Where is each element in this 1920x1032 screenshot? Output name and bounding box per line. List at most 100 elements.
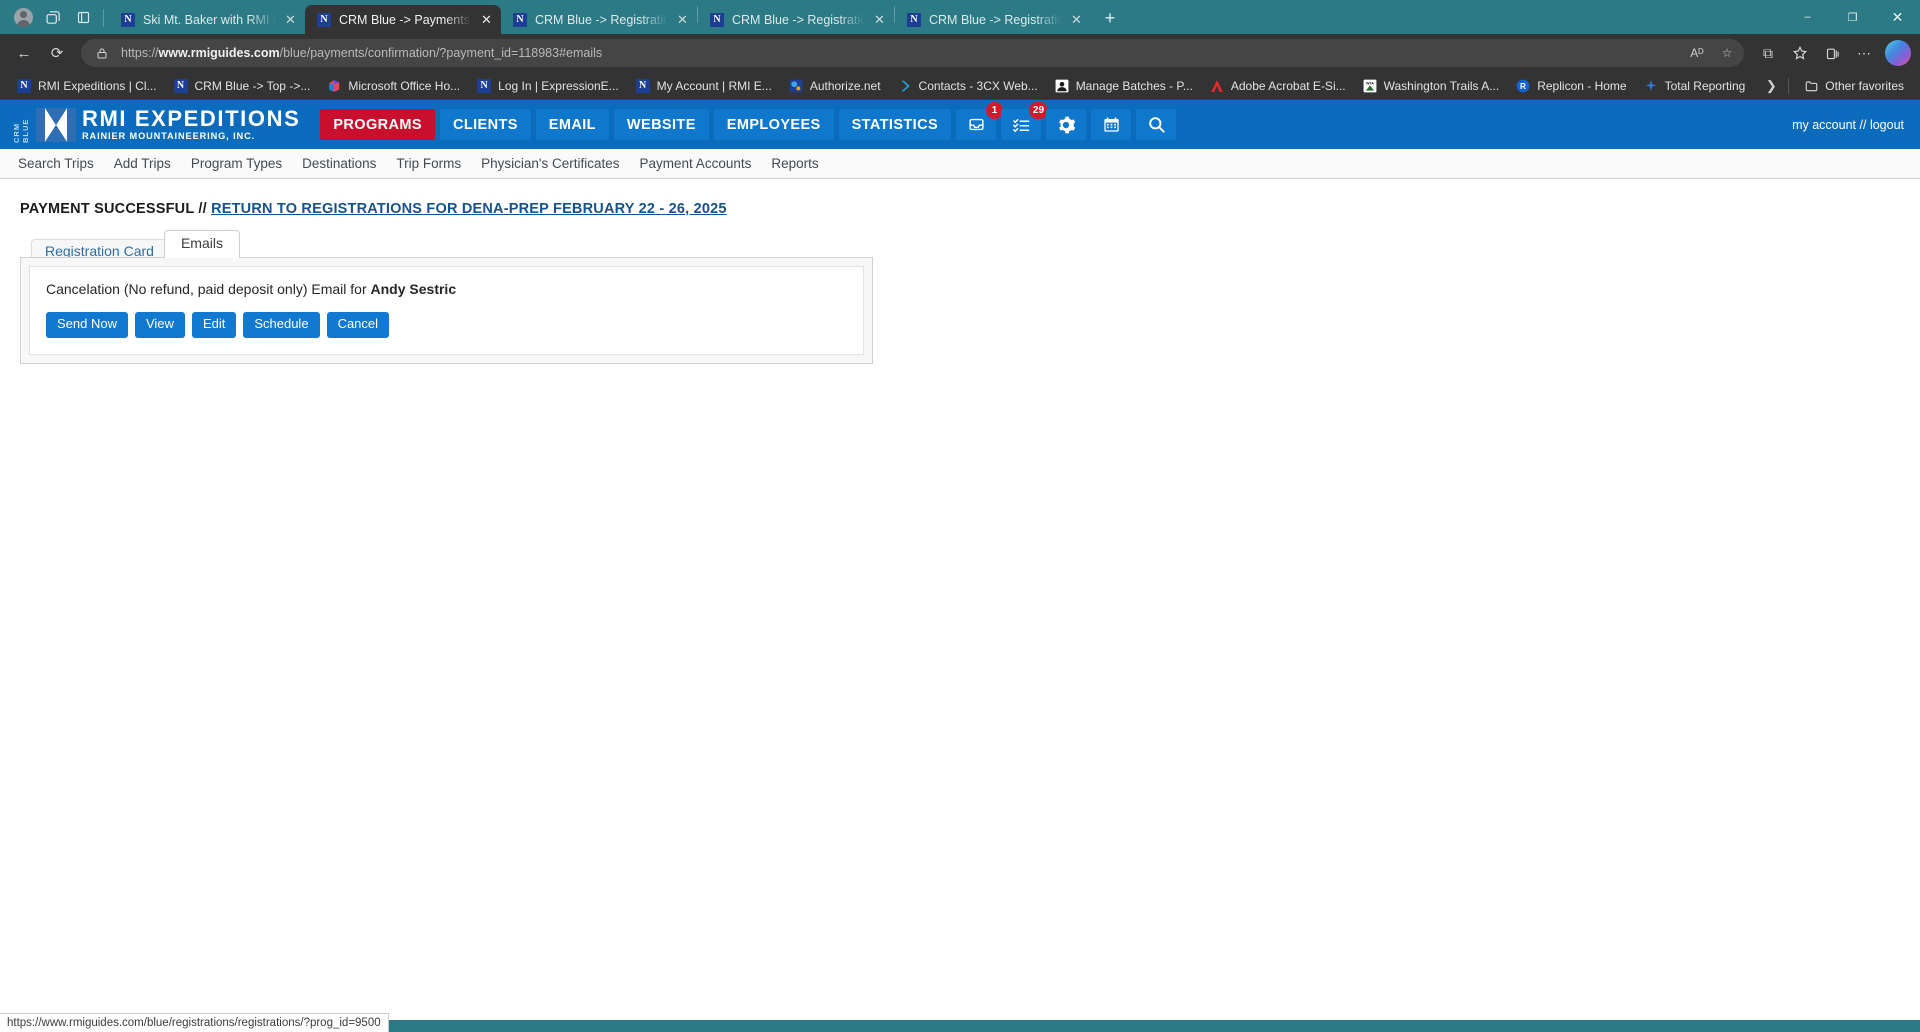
adobe-icon — [1209, 78, 1225, 94]
rmi-favicon: N — [120, 12, 136, 28]
edit-button[interactable]: Edit — [191, 312, 237, 338]
bookmark-label: Contacts - 3CX Web... — [918, 78, 1038, 93]
batches-icon — [1054, 78, 1070, 94]
submenu-item-add-trips[interactable]: Add Trips — [114, 156, 171, 171]
logout-link[interactable]: logout — [1870, 118, 1904, 132]
chevron-right-icon[interactable]: ❯ — [1760, 75, 1782, 97]
submenu-item-physicians-certificates[interactable]: Physician's Certificates — [481, 156, 619, 171]
rmi-favicon: N — [173, 78, 189, 94]
bookmark-item[interactable]: Manage Batches - P... — [1046, 75, 1201, 97]
submenu-item-search-trips[interactable]: Search Trips — [18, 156, 94, 171]
logo-subtitle: RAINIER MOUNTAINEERING, INC. — [82, 130, 256, 141]
submenu-item-payment-accounts[interactable]: Payment Accounts — [640, 156, 752, 171]
view-button[interactable]: View — [134, 312, 185, 338]
bookmark-item[interactable]: Contacts - 3CX Web... — [889, 75, 1046, 97]
tab-close-icon[interactable]: ✕ — [283, 12, 298, 27]
email-card: Cancelation (No refund, paid deposit onl… — [29, 266, 864, 355]
calendar-icon[interactable] — [1091, 109, 1132, 140]
browser-tab-active[interactable]: N CRM Blue -> Payments -> Confirmation ✕ — [305, 5, 501, 34]
bookmark-item[interactable]: N My Account | RMI E... — [627, 75, 780, 97]
other-favorites-button[interactable]: Other favorites — [1795, 75, 1912, 97]
wta-icon: WTA — [1362, 78, 1378, 94]
reload-button[interactable]: ⟳ — [42, 38, 72, 68]
main-nav: PROGRAMS CLIENTS EMAIL WEBSITE EMPLOYEES… — [320, 102, 1177, 140]
logo-title: RMI EXPEDITIONS — [82, 105, 301, 131]
browser-tab[interactable]: N CRM Blue -> Registrations -> Registrat… — [895, 5, 1091, 34]
bookmark-label: Total Reporting — [1664, 78, 1746, 93]
copilot-icon[interactable] — [1885, 40, 1911, 66]
close-window-button[interactable]: ✕ — [1875, 0, 1920, 34]
return-to-registrations-link[interactable]: RETURN TO REGISTRATIONS FOR DENA-PREP FE… — [211, 201, 727, 217]
address-bar[interactable]: https://www.rmiguides.com/blue/payments/… — [81, 39, 1744, 67]
tab-close-icon[interactable]: ✕ — [1069, 12, 1084, 27]
other-favorites-label: Other favorites — [1825, 78, 1904, 93]
bookmark-label: Washington Trails A... — [1383, 78, 1500, 93]
cancel-button[interactable]: Cancel — [326, 312, 390, 338]
nav-item-statistics[interactable]: STATISTICS — [838, 109, 952, 140]
gear-icon[interactable] — [1046, 109, 1087, 140]
workspaces-icon[interactable] — [38, 2, 68, 32]
nav-item-clients[interactable]: CLIENTS — [439, 109, 531, 140]
nav-item-website[interactable]: WEBSITE — [613, 109, 709, 140]
bookmark-item[interactable]: Authorize.net — [780, 75, 889, 97]
tab-title: CRM Blue -> Registrations -> Registratio… — [732, 12, 865, 27]
profile-avatar[interactable] — [8, 2, 38, 32]
tab-list-icon[interactable] — [68, 2, 98, 32]
browser-tab[interactable]: N Ski Mt. Baker with RMI Expeditions ✕ — [109, 5, 305, 34]
tab-close-icon[interactable]: ✕ — [479, 12, 494, 27]
submenu-item-program-types[interactable]: Program Types — [191, 156, 282, 171]
browser-tab[interactable]: N CRM Blue -> Registrations -> Edit ✕ — [501, 5, 697, 34]
schedule-button[interactable]: Schedule — [243, 312, 320, 338]
more-settings-icon[interactable]: ⋯ — [1849, 38, 1879, 68]
tab-close-icon[interactable]: ✕ — [675, 12, 690, 27]
tab-close-icon[interactable]: ✕ — [872, 12, 887, 27]
url-text: https://www.rmiguides.com/blue/payments/… — [121, 46, 603, 60]
svg-text:WTA: WTA — [1366, 81, 1374, 85]
bookmark-label: CRM Blue -> Top ->... — [194, 78, 311, 93]
bookmark-item[interactable]: Microsoft Office Ho... — [318, 75, 468, 97]
bookmark-item[interactable]: Adobe Acrobat E-Si... — [1201, 75, 1354, 97]
email-recipient-name: Andy Sestric — [370, 281, 457, 297]
submenu-item-trip-forms[interactable]: Trip Forms — [396, 156, 461, 171]
bookmark-item[interactable]: R Replicon - Home — [1507, 75, 1634, 97]
submenu-item-reports[interactable]: Reports — [771, 156, 818, 171]
tab-emails[interactable]: Emails — [163, 229, 240, 258]
nav-item-employees[interactable]: EMPLOYEES — [713, 109, 834, 140]
total-reporting-icon — [1643, 78, 1659, 94]
bookmark-label: RMI Expeditions | Cl... — [38, 78, 157, 93]
tab-strip: N Ski Mt. Baker with RMI Expeditions ✕ N… — [0, 0, 1920, 34]
new-tab-button[interactable]: + — [1096, 4, 1124, 32]
add-favorite-icon[interactable]: ☆ — [1716, 42, 1738, 64]
tab-title: CRM Blue -> Registrations -> Edit — [535, 12, 668, 27]
office-icon — [326, 78, 342, 94]
bookmark-divider — [1788, 77, 1790, 94]
nav-item-email[interactable]: EMAIL — [535, 109, 609, 140]
bookmark-item[interactable]: N CRM Blue -> Top ->... — [165, 75, 319, 97]
tasks-checklist-icon[interactable]: 29 — [1001, 102, 1049, 140]
browser-tab[interactable]: N CRM Blue -> Registrations -> Registrat… — [698, 5, 894, 34]
bookmark-label: Authorize.net — [809, 78, 881, 93]
rmi-favicon: N — [709, 12, 725, 28]
search-icon[interactable] — [1136, 109, 1177, 140]
maximize-button[interactable]: ❐ — [1830, 0, 1875, 34]
inbox-icon[interactable]: 1 — [956, 102, 1004, 140]
favorites-icon[interactable] — [1785, 38, 1815, 68]
submenu-item-destinations[interactable]: Destinations — [302, 156, 376, 171]
back-button[interactable]: ← — [9, 38, 39, 68]
content-tabs: Registration Card Emails — [31, 229, 1900, 264]
collections-icon[interactable] — [1817, 38, 1847, 68]
toolbar-divider — [103, 9, 104, 27]
bookmark-item[interactable]: N RMI Expeditions | Cl... — [8, 75, 165, 97]
window-controls: – ❐ ✕ — [1785, 0, 1920, 34]
bookmark-item[interactable]: N Log In | ExpressionE... — [468, 75, 627, 97]
app-logo[interactable]: CRM BLUE RMI EXPEDITIONS RAINIER MOUNTAI… — [12, 105, 301, 142]
send-now-button[interactable]: Send Now — [46, 312, 128, 338]
bookmark-item[interactable]: Total Reporting — [1635, 75, 1754, 97]
email-description-prefix: Cancelation (No refund, paid deposit onl… — [46, 281, 371, 297]
split-screen-icon[interactable]: ⧉ — [1753, 38, 1783, 68]
minimize-button[interactable]: – — [1785, 0, 1830, 34]
my-account-link[interactable]: my account — [1792, 118, 1856, 132]
bookmark-item[interactable]: WTA Washington Trails A... — [1354, 75, 1508, 97]
nav-item-programs[interactable]: PROGRAMS — [320, 109, 435, 140]
read-aloud-icon[interactable]: Aᴰ — [1686, 42, 1708, 64]
